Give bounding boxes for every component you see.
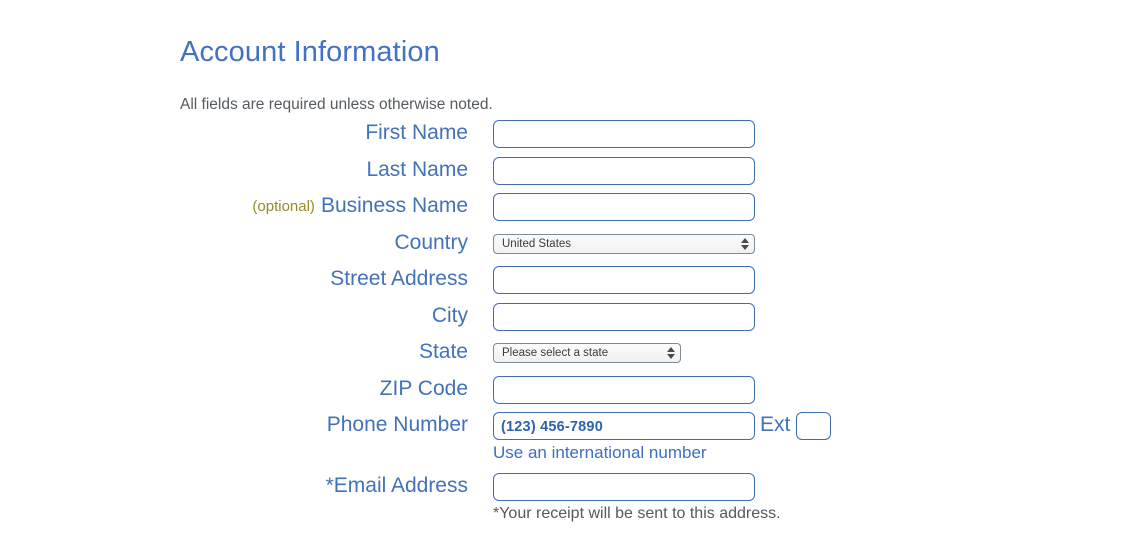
country-label-cell: Country (0, 230, 480, 258)
zip-code-label-cell: ZIP Code (0, 376, 480, 404)
business-name-label-cell: (optional) Business Name (0, 193, 480, 221)
zip-code-label: ZIP Code (379, 376, 468, 400)
city-label: City (431, 303, 468, 327)
state-field-wrap: Please select a state (493, 343, 681, 363)
form-row-email-address: *Email Address *Your receipt will be sen… (0, 473, 1143, 531)
form-row-street-address: Street Address (0, 266, 1143, 303)
street-address-label-cell: Street Address (0, 266, 480, 294)
first-name-label-cell: First Name (0, 120, 480, 148)
required-fields-note: All fields are required unless otherwise… (180, 96, 493, 113)
last-name-label-cell: Last Name (0, 157, 480, 185)
phone-number-label: Phone Number (326, 413, 468, 436)
state-label-cell: State (0, 339, 480, 367)
business-name-field-wrap (493, 193, 755, 221)
form-row-phone-number: Phone Number Ext Use an international nu… (0, 412, 1143, 473)
last-name-input[interactable] (493, 156, 755, 185)
business-name-input[interactable] (493, 193, 755, 221)
city-input[interactable] (493, 302, 755, 331)
phone-number-input[interactable] (493, 412, 755, 440)
zip-code-input[interactable] (493, 375, 755, 404)
country-field-wrap: United States (493, 233, 755, 254)
ext-label: Ext (760, 413, 791, 436)
email-receipt-footnote: *Your receipt will be sent to this addre… (493, 505, 781, 522)
city-label-cell: City (0, 303, 480, 331)
form-row-state: State Please select a state (0, 339, 1143, 376)
form-row-business-name: (optional) Business Name (0, 193, 1143, 230)
first-name-input[interactable] (493, 120, 755, 148)
form-row-first-name: First Name (0, 120, 1143, 157)
stepper-arrows-icon (666, 345, 675, 361)
stepper-arrows-icon (740, 236, 749, 252)
form-row-zip-code: ZIP Code (0, 375, 1143, 413)
business-name-optional-tag: (optional) (252, 198, 315, 215)
email-address-input[interactable] (493, 473, 755, 501)
street-address-label: Street Address (330, 267, 468, 290)
form-row-country: Country United States (0, 230, 1143, 267)
form-row-city: City (0, 302, 1143, 340)
phone-number-label-cell: Phone Number (0, 412, 480, 440)
state-select[interactable]: Please select a state (493, 343, 681, 363)
email-address-label-cell: *Email Address (0, 473, 480, 501)
account-information-form: First Name Last Name (optional) Business … (0, 120, 1143, 531)
country-select[interactable]: United States (493, 233, 755, 254)
zip-code-field-wrap (493, 375, 755, 404)
ext-field-wrap (796, 412, 831, 440)
country-label: Country (394, 230, 468, 254)
form-row-last-name: Last Name (0, 156, 1143, 194)
page-title: Account Information (180, 36, 440, 68)
last-name-field-wrap (493, 156, 755, 185)
email-address-field-wrap (493, 473, 755, 501)
city-field-wrap (493, 302, 755, 331)
phone-number-field-wrap (493, 412, 755, 440)
street-address-field-wrap (493, 266, 755, 294)
first-name-label: First Name (365, 121, 468, 144)
account-information-page: Account Information All fields are requi… (0, 0, 1143, 545)
first-name-field-wrap (493, 120, 755, 148)
country-select-value: United States (502, 237, 572, 250)
international-number-link[interactable]: Use an international number (493, 443, 707, 463)
email-address-label: *Email Address (325, 474, 468, 497)
state-label: State (418, 340, 468, 363)
ext-input[interactable] (796, 412, 831, 440)
last-name-label: Last Name (366, 157, 468, 181)
business-name-label: Business Name (320, 194, 468, 217)
state-select-value: Please select a state (502, 347, 609, 359)
street-address-input[interactable] (493, 266, 755, 294)
